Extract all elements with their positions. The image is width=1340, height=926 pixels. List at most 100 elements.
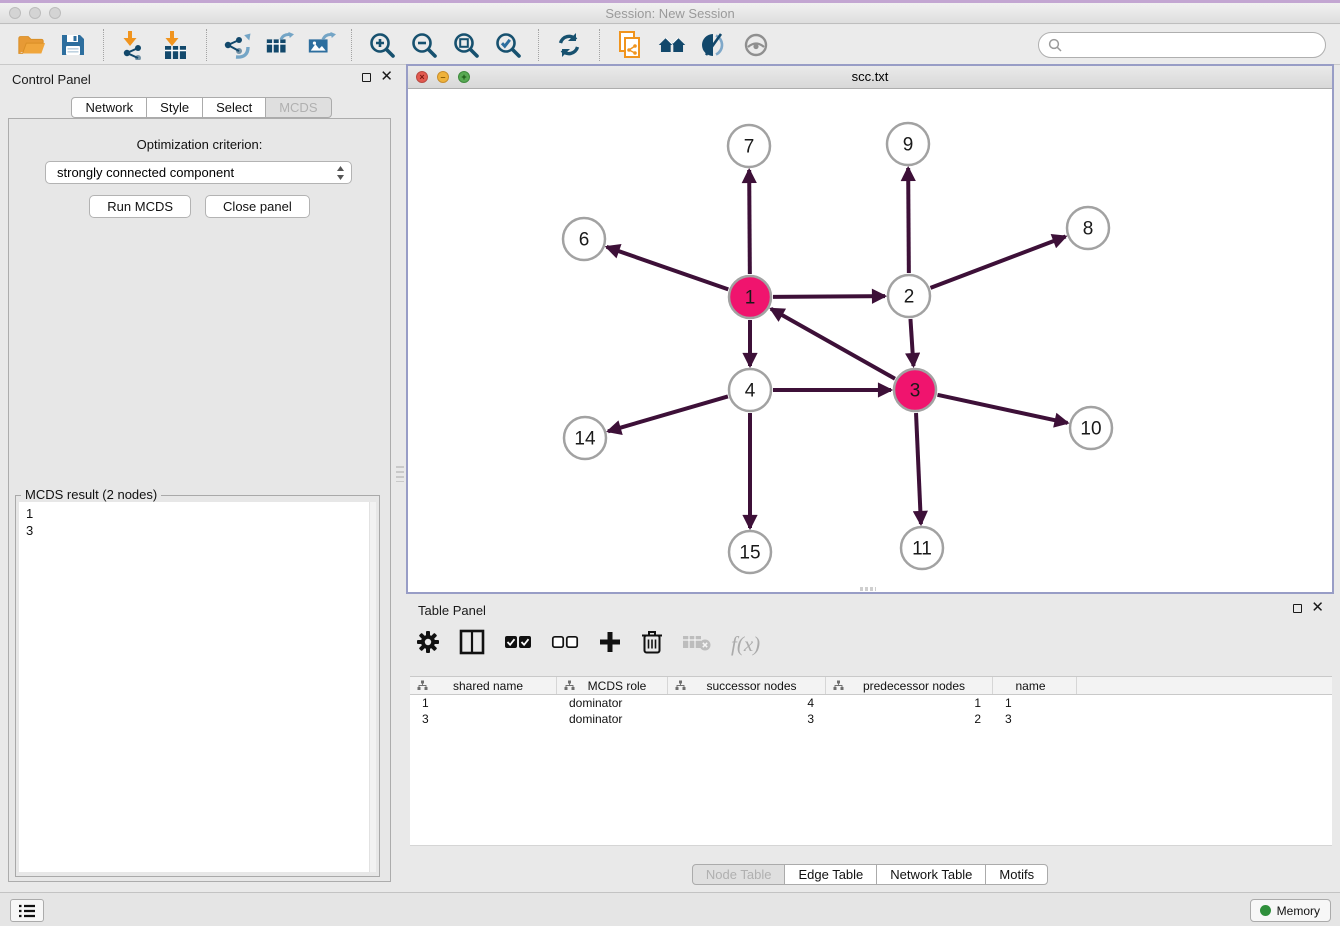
graph-node-7[interactable]: 7 [728, 125, 770, 167]
graph-edge-1-7[interactable] [749, 170, 750, 274]
graph-edge-2-3[interactable] [910, 319, 913, 366]
graph-node-label: 4 [745, 381, 756, 402]
graph-node-14[interactable]: 14 [564, 417, 606, 459]
zoom-selected-icon[interactable] [493, 30, 523, 60]
graph-edge-2-8[interactable] [931, 237, 1066, 288]
table-cell[interactable]: dominator [557, 711, 668, 727]
column-header-MCDS-role[interactable]: MCDS role [557, 677, 668, 694]
optimization-criterion-dropdown[interactable]: strongly connected component [45, 161, 352, 184]
graph-edge-1-6[interactable] [607, 247, 729, 289]
close-table-panel-icon[interactable]: ✕ [1311, 603, 1324, 613]
tab-mcds[interactable]: MCDS [265, 97, 331, 118]
graph-node-label: 6 [579, 230, 590, 251]
task-history-button[interactable] [10, 899, 44, 922]
table-cell[interactable]: dominator [557, 695, 668, 711]
graph-node-15[interactable]: 15 [729, 531, 771, 573]
network-minimize-icon[interactable]: – [437, 71, 449, 83]
graph-edge-4-14[interactable] [608, 396, 728, 431]
network-canvas[interactable]: 7 9 6 8 1 2 4 3 14 10 15 11 [408, 89, 1332, 592]
duplicate-network-icon[interactable] [615, 30, 645, 60]
search-field[interactable] [1038, 32, 1326, 58]
table-cell[interactable]: 1 [410, 695, 557, 711]
network-close-icon[interactable]: × [416, 71, 428, 83]
graph-node-2[interactable]: 2 [888, 275, 930, 317]
column-view-icon[interactable] [459, 629, 485, 660]
close-panel-icon[interactable]: ✕ [380, 72, 393, 82]
zoom-out-icon[interactable] [409, 30, 439, 60]
run-mcds-button[interactable]: Run MCDS [89, 195, 191, 218]
tab-edge-table[interactable]: Edge Table [784, 864, 877, 885]
mcds-result-group: MCDS result (2 nodes) 13 [15, 495, 380, 877]
table-row[interactable]: 1dominator411 [410, 695, 1332, 711]
toggle-panel-icon[interactable] [699, 30, 729, 60]
network-window-titlebar[interactable]: × – + scc.txt [408, 66, 1332, 89]
eye-icon[interactable] [741, 30, 771, 60]
table-cell[interactable]: 3 [993, 711, 1077, 727]
graph-node-label: 8 [1083, 219, 1094, 240]
zoom-window-icon[interactable] [49, 7, 61, 19]
import-table-icon[interactable] [161, 30, 191, 60]
zoom-fit-icon[interactable] [451, 30, 481, 60]
network-resize-handle[interactable] [860, 587, 876, 591]
panel-splitter-handle[interactable] [396, 466, 404, 482]
column-header-successor-nodes[interactable]: successor nodes [668, 677, 826, 694]
graph-edge-3-11[interactable] [916, 413, 921, 524]
deselect-all-icon[interactable] [551, 635, 579, 654]
gear-icon[interactable] [416, 630, 440, 659]
network-overview-icon[interactable] [657, 30, 687, 60]
graph-edge-3-10[interactable] [937, 395, 1067, 423]
graph-node-9[interactable]: 9 [887, 123, 929, 165]
open-session-icon[interactable] [16, 30, 46, 60]
delete-column-icon[interactable] [641, 629, 663, 660]
delete-table-icon [682, 632, 712, 657]
table-cell[interactable]: 1 [993, 695, 1077, 711]
tab-select[interactable]: Select [202, 97, 266, 118]
table-cell[interactable]: 3 [410, 711, 557, 727]
zoom-in-icon[interactable] [367, 30, 397, 60]
column-header-shared-name[interactable]: shared name [410, 677, 557, 694]
table-cell[interactable]: 3 [668, 711, 826, 727]
minimize-window-icon[interactable] [29, 7, 41, 19]
graph-node-3[interactable]: 3 [894, 369, 936, 411]
select-all-icon[interactable] [504, 635, 532, 654]
search-input[interactable] [1068, 37, 1316, 52]
export-network-icon[interactable] [222, 30, 252, 60]
table-row[interactable]: 3dominator323 [410, 711, 1332, 727]
table-cell[interactable]: 2 [826, 711, 993, 727]
column-header-name[interactable]: name [993, 677, 1077, 694]
memory-button[interactable]: Memory [1250, 899, 1331, 922]
tab-network[interactable]: Network [71, 97, 147, 118]
tab-motifs[interactable]: Motifs [985, 864, 1048, 885]
graph-node-8[interactable]: 8 [1067, 207, 1109, 249]
graph-node-1[interactable]: 1 [729, 276, 771, 318]
export-table-icon[interactable] [264, 30, 294, 60]
graph-node-10[interactable]: 10 [1070, 407, 1112, 449]
float-table-panel-icon[interactable] [1293, 604, 1302, 613]
graph-node-11[interactable]: 11 [901, 527, 943, 569]
close-window-icon[interactable] [9, 7, 21, 19]
add-column-icon[interactable] [598, 630, 622, 659]
graph-node-4[interactable]: 4 [729, 369, 771, 411]
graph-edge-2-9[interactable] [908, 168, 909, 273]
graph-edge-3-1[interactable] [771, 309, 895, 379]
node-table[interactable]: shared nameMCDS rolesuccessor nodesprede… [410, 676, 1332, 846]
table-cell[interactable]: 1 [826, 695, 993, 711]
export-image-icon[interactable] [306, 30, 336, 60]
network-maximize-icon[interactable]: + [458, 71, 470, 83]
result-scrollbar[interactable] [369, 502, 376, 872]
float-panel-icon[interactable] [362, 73, 371, 82]
graph-node-6[interactable]: 6 [563, 218, 605, 260]
table-cell[interactable]: 4 [668, 695, 826, 711]
close-panel-button[interactable]: Close panel [205, 195, 310, 218]
mcds-result-textarea[interactable]: 13 [19, 502, 376, 872]
tab-style[interactable]: Style [146, 97, 203, 118]
graph-edge-1-2[interactable] [773, 296, 885, 297]
import-network-icon[interactable] [119, 30, 149, 60]
column-header-predecessor-nodes[interactable]: predecessor nodes [826, 677, 993, 694]
refresh-layout-icon[interactable] [554, 30, 584, 60]
tab-node-table[interactable]: Node Table [692, 864, 786, 885]
save-session-icon[interactable] [58, 30, 88, 60]
network-graph[interactable]: 7 9 6 8 1 2 4 3 14 10 15 11 [408, 89, 1332, 592]
graph-node-label: 7 [744, 137, 755, 158]
tab-network-table[interactable]: Network Table [876, 864, 986, 885]
